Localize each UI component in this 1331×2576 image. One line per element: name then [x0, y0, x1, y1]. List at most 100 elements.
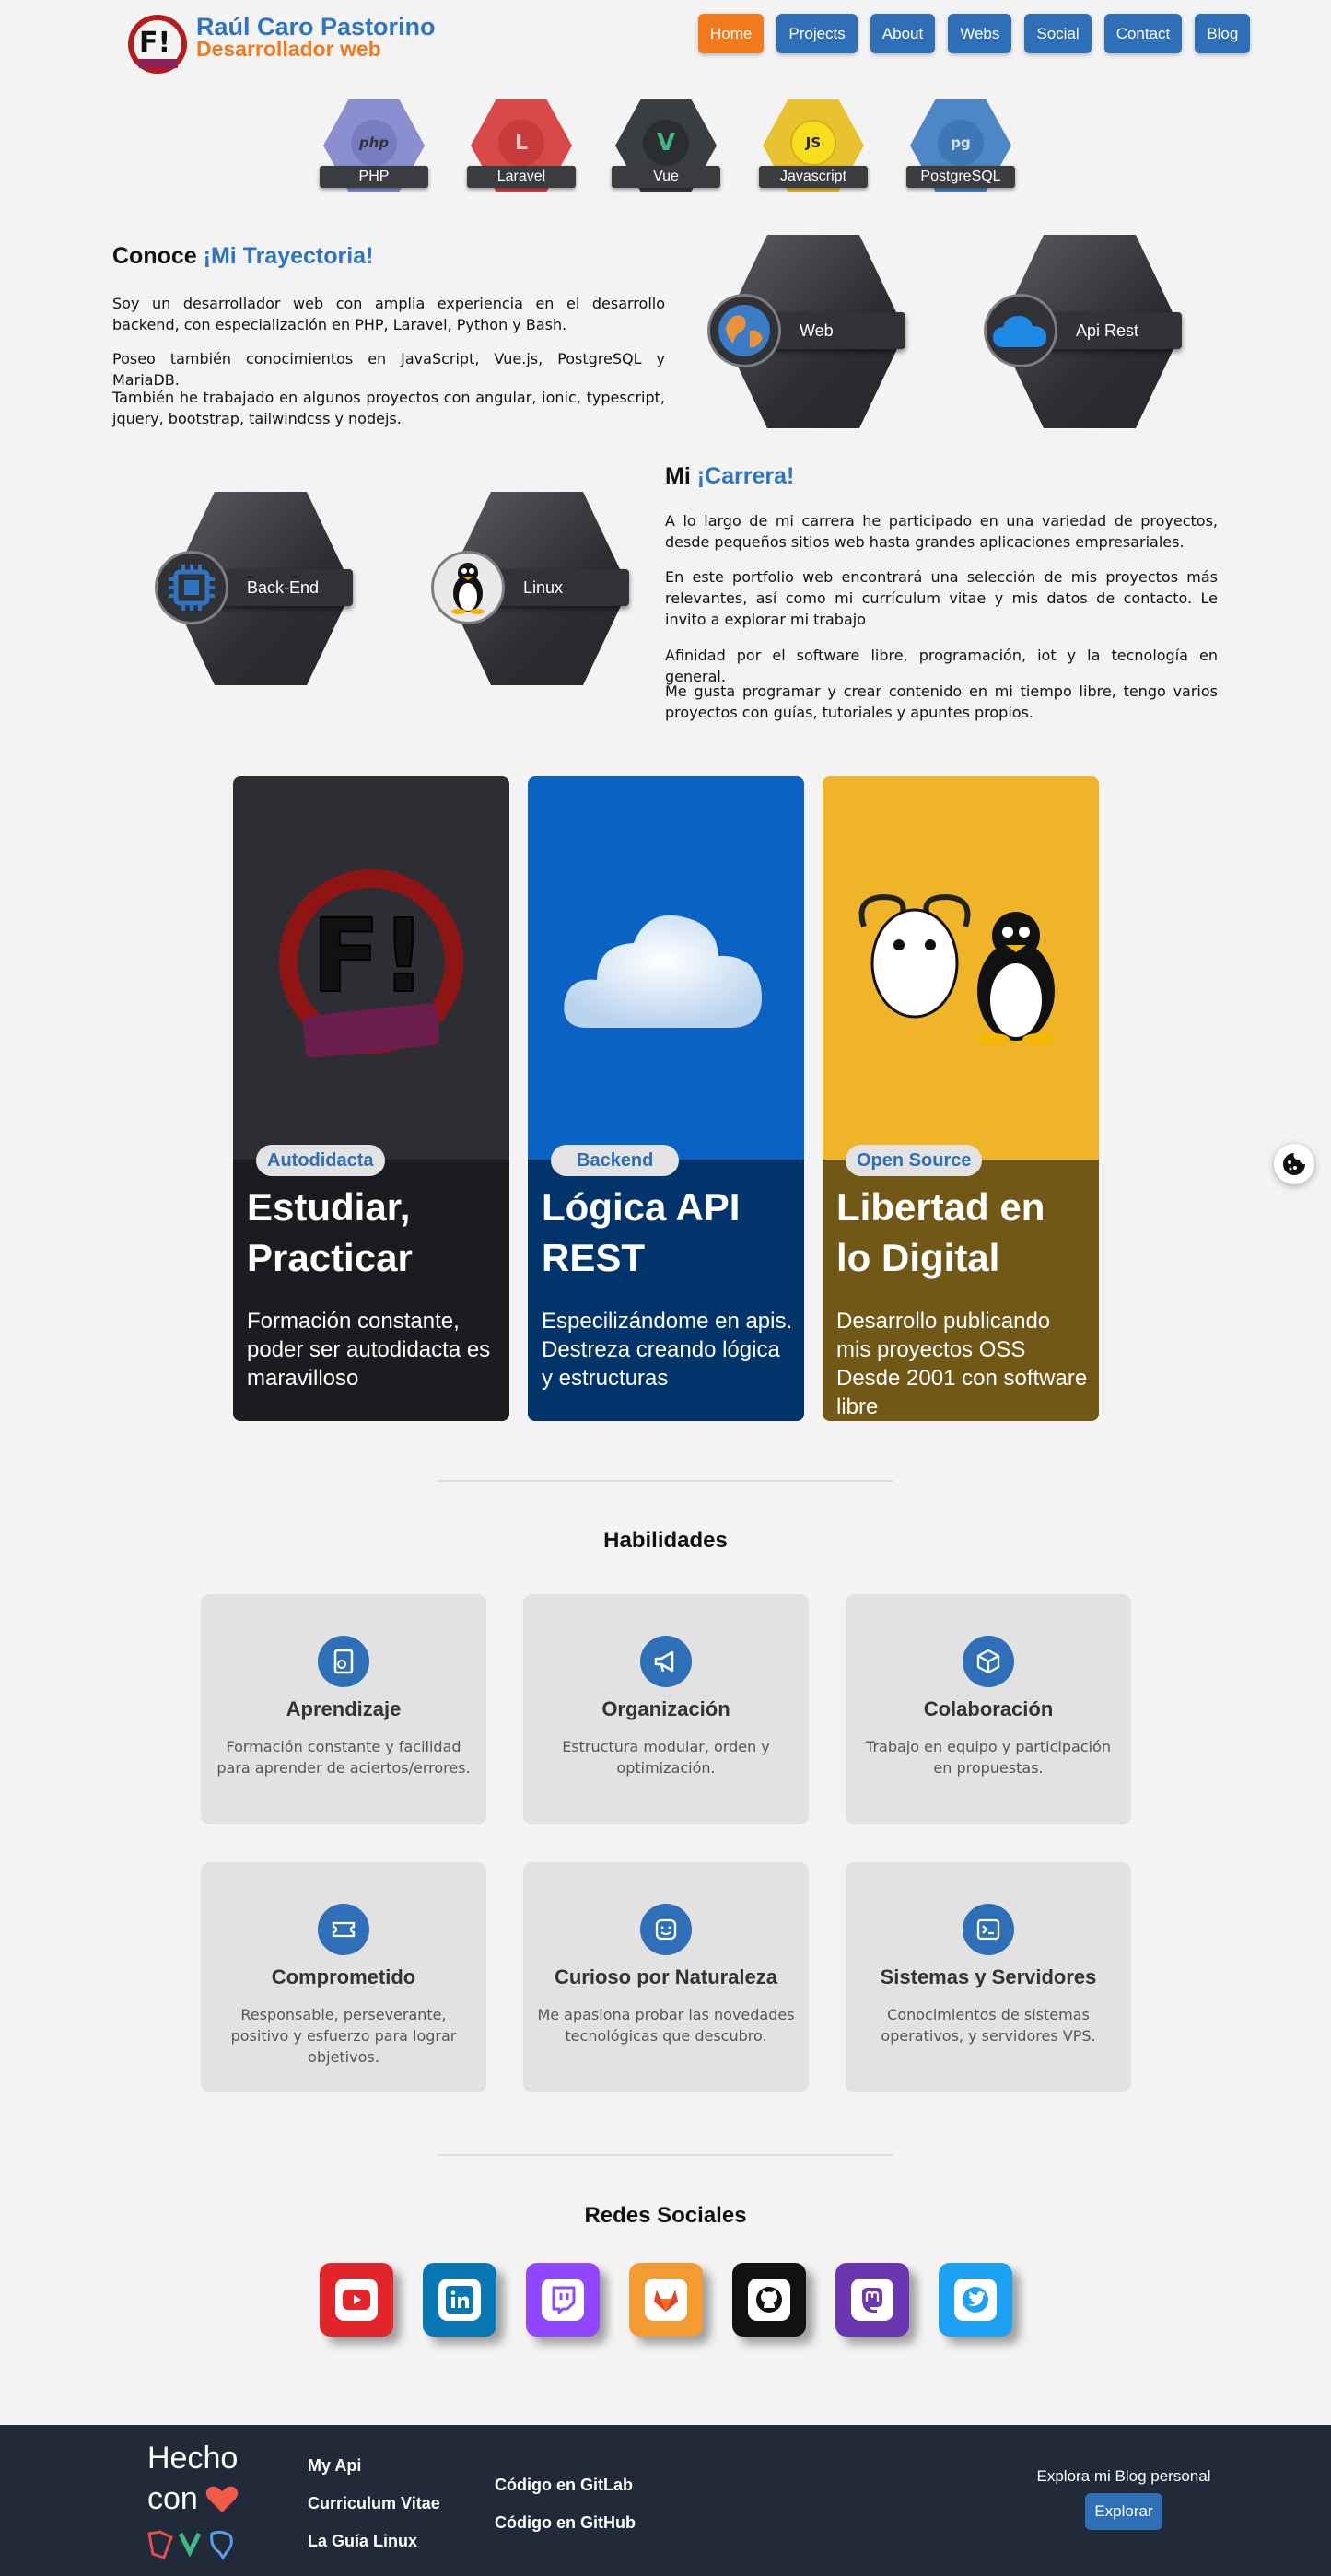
nav-projects[interactable]: Projects — [776, 14, 858, 53]
skill-text: Conocimientos de sistemas operativos, y … — [881, 2006, 1096, 2045]
card-chip: Backend — [551, 1145, 680, 1176]
twitter-link[interactable] — [939, 2263, 1012, 2337]
nav-about[interactable]: About — [870, 14, 936, 53]
twitch-icon — [542, 2279, 584, 2321]
skills-heading: Habilidades — [603, 1528, 728, 1553]
made-line-2-row: con — [147, 2478, 239, 2519]
trajectory-title-accent: ¡Mi Trayectoria! — [203, 243, 374, 269]
footer-link-gitlab[interactable]: Código en GitLab — [495, 2476, 633, 2495]
box-icon — [963, 1636, 1014, 1687]
trajectory-paragraph: También he trabajado en algunos proyecto… — [112, 389, 665, 427]
career-title-prefix: Mi — [665, 463, 691, 489]
skill-text: Trabajo en equipo y participación en pro… — [866, 1738, 1111, 1777]
developer-maker-logo[interactable]: F! — [126, 7, 189, 81]
skill-card: Organización Estructura modular, orden y… — [523, 1594, 809, 1824]
linkedin-link[interactable] — [423, 2263, 496, 2337]
nav-contact[interactable]: Contact — [1103, 14, 1183, 53]
card-image-area — [528, 776, 804, 1160]
career-paragraph: Me gusta programar y crear contenido en … — [665, 682, 1218, 721]
skill-title: Aprendizaje — [286, 1697, 402, 1720]
card-body: Backend Lógica API REST Especilizándome … — [528, 1145, 804, 1421]
card-body: Autodidacta Estudiar, Practicar Formació… — [233, 1145, 509, 1421]
footer-link-my-api[interactable]: My Api — [308, 2456, 361, 2476]
made-line-1: Hecho — [147, 2441, 239, 2476]
mastodon-icon — [851, 2279, 893, 2321]
skill-hex-api-rest: Api Rest — [984, 235, 1196, 428]
skill-hex-web: Web — [707, 235, 919, 428]
main-nav: Home Projects About Webs Social Contact … — [698, 14, 1251, 53]
card-chip: Autodidacta — [256, 1145, 385, 1176]
trajectory-paragraph: Poseo también conocimientos en JavaScrip… — [112, 350, 665, 389]
cloud-illustration — [564, 915, 763, 1028]
php-icon: php — [351, 120, 397, 166]
nav-webs[interactable]: Webs — [948, 14, 1012, 53]
card-open-source[interactable]: Open Source Libertad en lo Digital Desar… — [823, 776, 1099, 1421]
tux-icon — [431, 551, 505, 624]
section-divider — [438, 1480, 893, 1482]
megaphone-icon — [640, 1636, 692, 1687]
footer-link-guia-linux[interactable]: La Guía Linux — [308, 2532, 417, 2551]
footer-link-curriculum[interactable]: Curriculum Vitae — [308, 2494, 440, 2513]
nav-blog[interactable]: Blog — [1195, 14, 1251, 53]
gnu-tux-illustration — [858, 893, 1056, 1044]
card-autodidacta[interactable]: F! Autodidacta Estudiar, Practicar Forma… — [233, 776, 509, 1421]
social-heading: Redes Sociales — [584, 2203, 747, 2228]
skill-text: Responsable, perseverante, positivo y es… — [230, 2006, 457, 2066]
cookie-icon — [1283, 1153, 1305, 1175]
tech-label: Javascript — [759, 166, 868, 188]
ticket-icon — [318, 1904, 369, 1955]
skill-title: Organización — [601, 1697, 730, 1720]
skill-title: Curioso por Naturaleza — [554, 1965, 778, 1988]
tech-label: PHP — [320, 166, 428, 188]
terminal-icon — [963, 1904, 1014, 1955]
trajectory-title-prefix: Conoce — [112, 243, 197, 269]
laravel-icon: L — [498, 120, 544, 166]
nav-social[interactable]: Social — [1024, 14, 1092, 53]
footer-link-github[interactable]: Código en GitHub — [495, 2513, 636, 2533]
site-header: F! Raúl Caro Pastorino Desarrollador web… — [0, 0, 1331, 77]
twitch-link[interactable] — [526, 2263, 600, 2337]
cloud-icon — [984, 294, 1057, 367]
face-icon — [640, 1904, 692, 1955]
vue-icon: V — [643, 120, 689, 166]
gitlab-icon — [645, 2279, 687, 2321]
github-link[interactable] — [732, 2263, 806, 2337]
skill-card: Colaboración Trabajo en equipo y partici… — [846, 1594, 1131, 1824]
card-text: Desarrollo publicando mis proyectos OSS … — [836, 1309, 1088, 1419]
gitlab-link[interactable] — [629, 2263, 703, 2337]
card-title: Estudiar, Practicar — [247, 1185, 413, 1279]
card-chip: Open Source — [846, 1145, 983, 1176]
cookie-settings-button[interactable] — [1274, 1144, 1314, 1184]
postgresql-icon: pg — [938, 120, 984, 166]
skill-card: Comprometido Responsable, perseverante, … — [201, 1862, 486, 2092]
skill-card: Curioso por Naturaleza Me apasiona proba… — [523, 1862, 809, 2092]
trajectory-title: Conoce ¡Mi Trayectoria! — [112, 243, 373, 270]
explore-blog-button[interactable]: Explorar — [1085, 2493, 1162, 2530]
mastodon-link[interactable] — [835, 2263, 909, 2337]
javascript-icon: JS — [790, 120, 836, 166]
tech-stack-icons — [147, 2530, 233, 2560]
youtube-link[interactable] — [320, 2263, 393, 2337]
card-body: Open Source Libertad en lo Digital Desar… — [823, 1145, 1099, 1421]
tech-label: Vue — [612, 166, 720, 188]
youtube-icon — [335, 2279, 378, 2321]
skill-card: Aprendizaje Formación constante y facili… — [201, 1594, 486, 1824]
section-divider — [438, 2154, 893, 2156]
nav-home[interactable]: Home — [698, 14, 765, 53]
github-icon — [748, 2279, 790, 2321]
twitter-icon — [954, 2279, 997, 2321]
card-title: Lógica API REST — [542, 1185, 741, 1279]
svg-text:F!: F! — [311, 897, 426, 1015]
made-with: Hecho con — [147, 2438, 239, 2519]
cpu-icon — [155, 551, 228, 624]
brand-role: Desarrollador web — [196, 37, 381, 61]
globe-icon — [707, 294, 781, 367]
card-backend[interactable]: Backend Lógica API REST Especilizándome … — [528, 776, 804, 1421]
site-footer: Hecho con My Api Curriculum Vitae La Guí… — [0, 2425, 1331, 2576]
skill-title: Comprometido — [271, 1965, 416, 1988]
linkedin-icon — [438, 2279, 481, 2321]
skill-title: Sistemas y Servidores — [880, 1965, 1097, 1988]
skill-text: Estructura modular, orden y optimización… — [562, 1738, 770, 1777]
made-line-2: con — [147, 2481, 198, 2516]
skill-card: Sistemas y Servidores Conocimientos de s… — [846, 1862, 1131, 2092]
